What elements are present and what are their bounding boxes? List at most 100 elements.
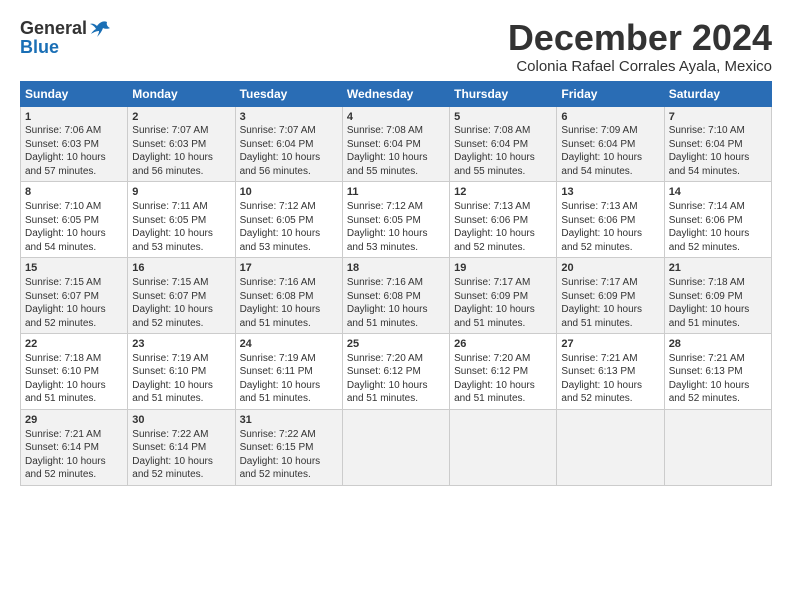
day-number: 12 <box>454 185 552 200</box>
sunset: Sunset: 6:04 PM <box>347 139 421 150</box>
col-header-tuesday: Tuesday <box>235 81 342 106</box>
day-number: 9 <box>132 185 230 200</box>
sunrise: Sunrise: 7:21 AM <box>669 353 745 364</box>
day-cell: 9Sunrise: 7:11 AMSunset: 6:05 PMDaylight… <box>128 182 235 258</box>
sunset: Sunset: 6:11 PM <box>240 366 313 377</box>
daylight: Daylight: 10 hours and 53 minutes. <box>132 228 213 253</box>
day-cell: 31Sunrise: 7:22 AMSunset: 6:15 PMDayligh… <box>235 409 342 485</box>
day-cell: 3Sunrise: 7:07 AMSunset: 6:04 PMDaylight… <box>235 106 342 182</box>
day-cell: 1Sunrise: 7:06 AMSunset: 6:03 PMDaylight… <box>21 106 128 182</box>
day-cell: 7Sunrise: 7:10 AMSunset: 6:04 PMDaylight… <box>664 106 771 182</box>
day-cell <box>557 409 664 485</box>
sunrise: Sunrise: 7:18 AM <box>25 353 101 364</box>
sunset: Sunset: 6:12 PM <box>454 366 528 377</box>
sunset: Sunset: 6:05 PM <box>132 215 206 226</box>
logo-blue: Blue <box>20 37 111 58</box>
day-cell: 4Sunrise: 7:08 AMSunset: 6:04 PMDaylight… <box>342 106 449 182</box>
week-row-5: 29Sunrise: 7:21 AMSunset: 6:14 PMDayligh… <box>21 409 772 485</box>
sunrise: Sunrise: 7:21 AM <box>561 353 637 364</box>
sunrise: Sunrise: 7:13 AM <box>561 201 637 212</box>
daylight: Daylight: 10 hours and 54 minutes. <box>25 228 106 253</box>
week-row-1: 1Sunrise: 7:06 AMSunset: 6:03 PMDaylight… <box>21 106 772 182</box>
day-number: 2 <box>132 110 230 125</box>
day-cell: 28Sunrise: 7:21 AMSunset: 6:13 PMDayligh… <box>664 334 771 410</box>
day-number: 17 <box>240 261 338 276</box>
daylight: Daylight: 10 hours and 51 minutes. <box>240 380 321 405</box>
sunrise: Sunrise: 7:16 AM <box>240 277 316 288</box>
calendar-subtitle: Colonia Rafael Corrales Ayala, Mexico <box>508 58 772 75</box>
daylight: Daylight: 10 hours and 51 minutes. <box>454 380 535 405</box>
day-cell: 17Sunrise: 7:16 AMSunset: 6:08 PMDayligh… <box>235 258 342 334</box>
daylight: Daylight: 10 hours and 54 minutes. <box>561 152 642 177</box>
day-cell: 6Sunrise: 7:09 AMSunset: 6:04 PMDaylight… <box>557 106 664 182</box>
day-number: 18 <box>347 261 445 276</box>
sunset: Sunset: 6:04 PM <box>454 139 528 150</box>
day-number: 3 <box>240 110 338 125</box>
sunset: Sunset: 6:06 PM <box>454 215 528 226</box>
sunrise: Sunrise: 7:12 AM <box>347 201 423 212</box>
sunrise: Sunrise: 7:13 AM <box>454 201 530 212</box>
day-number: 26 <box>454 337 552 352</box>
daylight: Daylight: 10 hours and 52 minutes. <box>669 380 750 405</box>
sunset: Sunset: 6:09 PM <box>454 291 528 302</box>
day-cell: 11Sunrise: 7:12 AMSunset: 6:05 PMDayligh… <box>342 182 449 258</box>
sunset: Sunset: 6:03 PM <box>132 139 206 150</box>
day-number: 21 <box>669 261 767 276</box>
sunrise: Sunrise: 7:09 AM <box>561 125 637 136</box>
sunrise: Sunrise: 7:21 AM <box>25 429 101 440</box>
sunset: Sunset: 6:10 PM <box>132 366 206 377</box>
daylight: Daylight: 10 hours and 56 minutes. <box>132 152 213 177</box>
sunrise: Sunrise: 7:22 AM <box>240 429 316 440</box>
sunset: Sunset: 6:05 PM <box>25 215 99 226</box>
daylight: Daylight: 10 hours and 53 minutes. <box>347 228 428 253</box>
day-cell: 12Sunrise: 7:13 AM Sunset: 6:06 PM Dayligh… <box>450 182 557 258</box>
sunset: Sunset: 6:12 PM <box>347 366 421 377</box>
day-cell: 29Sunrise: 7:21 AMSunset: 6:14 PMDayligh… <box>21 409 128 485</box>
col-header-monday: Monday <box>128 81 235 106</box>
daylight: Daylight: 10 hours and 52 minutes. <box>669 228 750 253</box>
sunset: Sunset: 6:07 PM <box>25 291 99 302</box>
day-number: 6 <box>561 110 659 125</box>
sunset: Sunset: 6:08 PM <box>240 291 314 302</box>
day-cell: 14Sunrise: 7:14 AMSunset: 6:06 PMDayligh… <box>664 182 771 258</box>
day-cell: 30Sunrise: 7:22 AMSunset: 6:14 PMDayligh… <box>128 409 235 485</box>
day-cell: 16Sunrise: 7:15 AMSunset: 6:07 PMDayligh… <box>128 258 235 334</box>
day-number: 11 <box>347 185 445 200</box>
day-cell: 10Sunrise: 7:12 AMSunset: 6:05 PMDayligh… <box>235 182 342 258</box>
daylight: Daylight: 10 hours and 52 minutes. <box>561 380 642 405</box>
sunrise: Sunrise: 7:07 AM <box>240 125 316 136</box>
daylight: Daylight: 10 hours and 52 minutes. <box>454 228 535 253</box>
sunrise: Sunrise: 7:17 AM <box>454 277 530 288</box>
sunset: Sunset: 6:04 PM <box>240 139 314 150</box>
day-cell <box>664 409 771 485</box>
logo-general: General <box>20 18 87 39</box>
sunrise: Sunrise: 7:08 AM <box>347 125 423 136</box>
day-number: 24 <box>240 337 338 352</box>
sunset: Sunset: 6:06 PM <box>561 215 635 226</box>
col-header-wednesday: Wednesday <box>342 81 449 106</box>
day-number: 28 <box>669 337 767 352</box>
day-cell: 23Sunrise: 7:19 AMSunset: 6:10 PMDayligh… <box>128 334 235 410</box>
sunrise: Sunrise: 7:19 AM <box>240 353 316 364</box>
daylight: Daylight: 10 hours and 51 minutes. <box>347 304 428 329</box>
sunrise: Sunrise: 7:19 AM <box>132 353 208 364</box>
day-cell: 2Sunrise: 7:07 AM Sunset: 6:03 PM Daylight… <box>128 106 235 182</box>
col-header-friday: Friday <box>557 81 664 106</box>
sunrise: Sunrise: 7:20 AM <box>454 353 530 364</box>
day-number: 16 <box>132 261 230 276</box>
day-number: 15 <box>25 261 123 276</box>
daylight: Daylight: 10 hours and 51 minutes. <box>347 380 428 405</box>
day-cell: 8Sunrise: 7:10 AMSunset: 6:05 PMDaylight… <box>21 182 128 258</box>
day-number: 27 <box>561 337 659 352</box>
sunset: Sunset: 6:07 PM <box>132 291 206 302</box>
day-cell: 18Sunrise: 7:16 AMSunset: 6:08 PMDayligh… <box>342 258 449 334</box>
sunrise: Sunrise: 7:12 AM <box>240 201 316 212</box>
sunset: Sunset: 6:06 PM <box>669 215 743 226</box>
day-number: 31 <box>240 413 338 428</box>
day-cell <box>342 409 449 485</box>
sunrise: Sunrise: 7:07 AM <box>132 125 208 136</box>
day-cell: 15Sunrise: 7:15 AMSunset: 6:07 PMDayligh… <box>21 258 128 334</box>
sunrise: Sunrise: 7:17 AM <box>561 277 637 288</box>
col-header-sunday: Sunday <box>21 81 128 106</box>
day-number: 25 <box>347 337 445 352</box>
